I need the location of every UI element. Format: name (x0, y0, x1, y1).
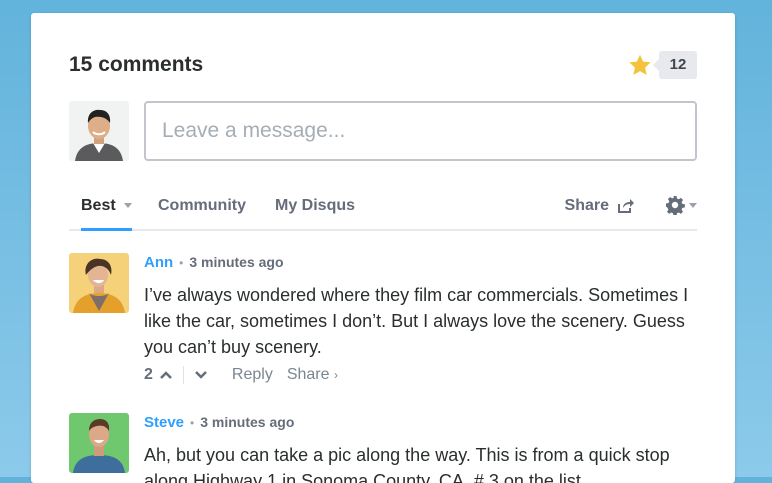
thread-nav: Best Community My Disqus Share (69, 193, 697, 231)
share-label: Share (564, 197, 609, 214)
comment-meta: Ann • 3 minutes ago (144, 254, 284, 271)
disqus-thread: 15 comments 12 Best Community M (31, 13, 735, 483)
comment-time[interactable]: 3 minutes ago (200, 414, 294, 430)
comment-item: Steve • 3 minutes ago Ah, but you can take… (69, 413, 697, 483)
tab-my-disqus[interactable]: My Disqus (275, 193, 355, 229)
comment-count: 15 comments (69, 53, 204, 76)
comment-avatar (69, 253, 129, 313)
star-icon[interactable] (627, 52, 653, 78)
chevron-down-icon (689, 202, 697, 208)
comment-meta: Steve • 3 minutes ago (144, 414, 295, 431)
comment-composer (69, 101, 697, 161)
comment-item: Ann • 3 minutes ago I’ve always wondered w… (69, 253, 697, 393)
share-out-icon (618, 199, 634, 213)
upvote-icon[interactable] (159, 370, 173, 380)
share-comment-label: Share (286, 366, 330, 383)
comment-author[interactable]: Ann (144, 254, 173, 271)
vote-divider (182, 366, 184, 384)
thread-header: 15 comments 12 (69, 51, 697, 81)
user-avatar (69, 101, 129, 161)
settings-menu[interactable] (665, 195, 697, 215)
tab-best[interactable]: Best (81, 193, 132, 231)
gear-icon (666, 196, 685, 215)
chevron-right-icon: › (333, 368, 338, 382)
message-input[interactable] (144, 101, 697, 161)
downvote-icon[interactable] (194, 370, 208, 380)
comment-avatar (69, 413, 129, 473)
comment-time[interactable]: 3 minutes ago (189, 254, 283, 270)
share-thread-button[interactable]: Share (565, 193, 635, 219)
vote-count: 2 (144, 366, 153, 383)
comment-actions: 2 Reply Share › (144, 366, 697, 384)
recommend-count: 12 (653, 51, 697, 79)
comment-text: I’ve always wondered where they film car… (144, 285, 689, 357)
recommend-button[interactable]: 12 (627, 51, 697, 79)
reply-link[interactable]: Reply (232, 366, 273, 384)
comment-body: Steve • 3 minutes ago Ah, but you can take… (144, 413, 697, 483)
tab-community[interactable]: Community (158, 193, 246, 229)
chevron-down-icon (123, 203, 132, 209)
comment-body: Ann • 3 minutes ago I’ve always wondered w… (144, 253, 697, 384)
tab-best-label: Best (81, 197, 116, 214)
share-comment-link[interactable]: Share › (287, 366, 338, 384)
comment-author[interactable]: Steve (144, 414, 184, 431)
